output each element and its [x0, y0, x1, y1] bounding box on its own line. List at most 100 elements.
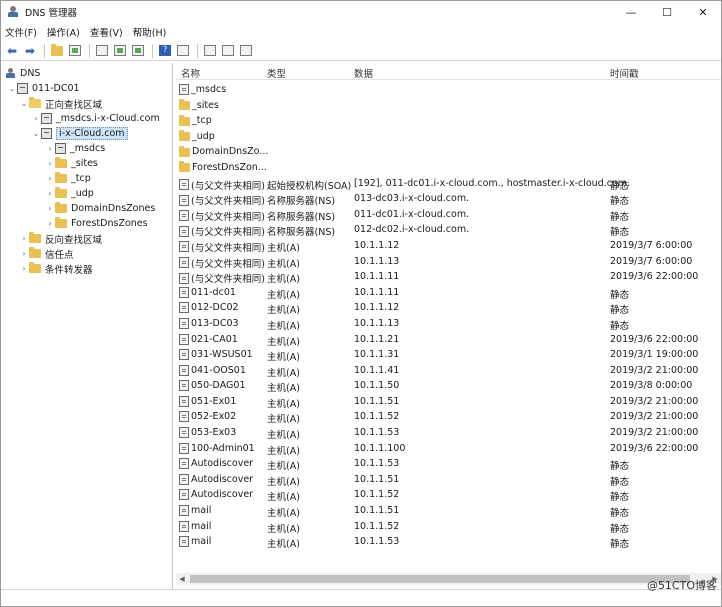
- menu-view[interactable]: 查看(V): [90, 25, 123, 39]
- table-row[interactable]: ForestDnsZon...: [176, 161, 721, 177]
- record-name-cell: (与父文件夹相同): [179, 209, 265, 223]
- list-view-button[interactable]: [220, 43, 236, 59]
- detail-view-button[interactable]: [238, 43, 254, 59]
- table-row[interactable]: 052-Ex02 主机(A) 10.1.1.52 2019/3/2 21:00:00: [176, 410, 721, 426]
- table-row[interactable]: (与父文件夹相同) 名称服务器(NS) 012-dc02.i-x-cloud.com…: [176, 223, 721, 239]
- expand-chevron-icon[interactable]: ›: [19, 249, 29, 258]
- table-row[interactable]: mail 主机(A) 10.1.1.52 静态: [176, 520, 721, 536]
- table-row[interactable]: 021-CA01 主机(A) 10.1.1.21 2019/3/6 22:00:00: [176, 333, 721, 349]
- table-row[interactable]: 053-Ex03 主机(A) 10.1.1.53 2019/3/2 21:00:00: [176, 426, 721, 442]
- tree-node-sub-sites[interactable]: › _sites: [1, 156, 172, 171]
- tree-node-sub-udp[interactable]: › _udp: [1, 186, 172, 201]
- zone-icon: [55, 143, 66, 154]
- record-timestamp: 静态: [610, 320, 630, 332]
- record-name-cell: 050-DAG01: [179, 380, 246, 392]
- table-row[interactable]: mail 主机(A) 10.1.1.53 静态: [176, 535, 721, 551]
- collapse-chevron-icon[interactable]: ⌄: [19, 99, 29, 108]
- close-button[interactable]: ✕: [685, 1, 721, 23]
- record-name: (与父文件夹相同): [191, 196, 265, 208]
- table-row[interactable]: (与父文件夹相同) 主机(A) 10.1.1.13 2019/3/7 6:00:00: [176, 255, 721, 271]
- table-row[interactable]: (与父文件夹相同) 名称服务器(NS) 011-dc01.i-x-cloud.com…: [176, 208, 721, 224]
- server-icon: [17, 83, 28, 94]
- expand-chevron-icon[interactable]: ›: [45, 204, 55, 213]
- column-header-type[interactable]: 类型: [267, 66, 286, 80]
- table-row[interactable]: (与父文件夹相同) 主机(A) 10.1.1.12 2019/3/7 6:00:00: [176, 239, 721, 255]
- up-folder-button[interactable]: [49, 43, 65, 59]
- table-row[interactable]: _msdcs: [176, 83, 721, 99]
- table-row[interactable]: (与父文件夹相同) 主机(A) 10.1.1.11 2019/3/6 22:00:00: [176, 270, 721, 286]
- table-row[interactable]: _udp: [176, 130, 721, 146]
- table-row[interactable]: Autodiscover 主机(A) 10.1.1.53 静态: [176, 457, 721, 473]
- record-name: 053-Ex03: [191, 427, 237, 439]
- expand-chevron-icon[interactable]: ›: [19, 234, 29, 243]
- table-row[interactable]: _sites: [176, 99, 721, 115]
- tree-node-forward-zones[interactable]: ⌄ 正向查找区域: [1, 96, 172, 111]
- menu-action[interactable]: 操作(A): [47, 25, 80, 39]
- record-timestamp: 2019/3/2 21:00:00: [610, 427, 699, 439]
- minimize-button[interactable]: —: [613, 1, 649, 23]
- action-pane-button[interactable]: [175, 43, 191, 59]
- column-header-data[interactable]: 数据: [354, 66, 373, 80]
- scrollbar-thumb[interactable]: [190, 575, 690, 583]
- window-title: DNS 管理器: [25, 8, 77, 19]
- table-row[interactable]: DomainDnsZo...: [176, 145, 721, 161]
- tree-node-sub-forestdnszones[interactable]: › ForestDnsZones: [1, 216, 172, 231]
- properties-button[interactable]: [94, 43, 110, 59]
- table-row[interactable]: Autodiscover 主机(A) 10.1.1.51 静态: [176, 473, 721, 489]
- collapse-chevron-icon[interactable]: ⌄: [31, 129, 41, 138]
- export-button[interactable]: [130, 43, 146, 59]
- tree-node-conditional-forwarders[interactable]: › 条件转发器: [1, 261, 172, 276]
- tree-node-msdcs-zone[interactable]: › _msdcs.i-x-Cloud.com: [1, 111, 172, 126]
- table-row[interactable]: 100-Admin01 主机(A) 10.1.1.100 2019/3/6 22:00…: [176, 442, 721, 458]
- table-row[interactable]: 013-DC03 主机(A) 10.1.1.13 静态: [176, 317, 721, 333]
- table-row[interactable]: 041-OOS01 主机(A) 10.1.1.41 2019/3/2 21:00:00: [176, 364, 721, 380]
- record-timestamp: 2019/3/2 21:00:00: [610, 411, 699, 423]
- expand-chevron-icon[interactable]: ›: [19, 264, 29, 273]
- menu-help[interactable]: 帮助(H): [133, 25, 167, 39]
- table-row[interactable]: (与父文件夹相同) 名称服务器(NS) 013-dc03.i-x-cloud.com…: [176, 192, 721, 208]
- tree-node-sub-tcp[interactable]: › _tcp: [1, 171, 172, 186]
- column-header-timestamp[interactable]: 时间戳: [610, 66, 639, 80]
- table-row[interactable]: 051-Ex01 主机(A) 10.1.1.51 2019/3/2 21:00:00: [176, 395, 721, 411]
- forward-button[interactable]: ➡: [22, 43, 38, 59]
- tree-node-trust-points[interactable]: › 信任点: [1, 246, 172, 261]
- tree-node-reverse-zones[interactable]: › 反向查找区域: [1, 231, 172, 246]
- expand-chevron-icon[interactable]: ›: [31, 114, 41, 123]
- refresh-button[interactable]: [112, 43, 128, 59]
- expand-chevron-icon[interactable]: ›: [45, 219, 55, 228]
- server-icon: [204, 45, 216, 56]
- horizontal-scrollbar[interactable]: ◀ ▶: [176, 573, 721, 585]
- help-button[interactable]: [157, 43, 173, 59]
- table-row[interactable]: 011-dc01 主机(A) 10.1.1.11 静态: [176, 286, 721, 302]
- tree-node-server[interactable]: ⌄ 011-DC01: [1, 81, 172, 96]
- records-list: 名称 类型 数据 时间戳 _msdcs _sites _tcp _udp DomainD…: [176, 63, 721, 591]
- table-row[interactable]: 012-DC02 主机(A) 10.1.1.12 静态: [176, 301, 721, 317]
- expand-chevron-icon[interactable]: ›: [45, 159, 55, 168]
- tree-node-sub-domaindnszones[interactable]: › DomainDnsZones: [1, 201, 172, 216]
- expand-chevron-icon[interactable]: ›: [45, 189, 55, 198]
- tree-node-ix-cloud-zone[interactable]: ⌄ i-x-Cloud.com: [1, 126, 172, 141]
- menu-file[interactable]: 文件(F): [5, 25, 37, 39]
- maximize-button[interactable]: ☐: [649, 1, 685, 23]
- table-row[interactable]: 050-DAG01 主机(A) 10.1.1.50 2019/3/8 0:00:00: [176, 379, 721, 395]
- table-row[interactable]: Autodiscover 主机(A) 10.1.1.52 静态: [176, 488, 721, 504]
- expand-chevron-icon[interactable]: ›: [45, 174, 55, 183]
- record-name: Autodiscover: [191, 473, 254, 485]
- table-row[interactable]: 031-WSUS01 主机(A) 10.1.1.31 2019/3/1 19:00:0…: [176, 348, 721, 364]
- show-tree-button[interactable]: [67, 43, 83, 59]
- table-row[interactable]: mail 主机(A) 10.1.1.51 静态: [176, 504, 721, 520]
- column-header-name[interactable]: 名称: [181, 66, 200, 80]
- folder-up-icon: [51, 43, 63, 56]
- expand-chevron-icon[interactable]: ›: [45, 144, 55, 153]
- record-timestamp: 静态: [610, 508, 630, 520]
- tree-node-sub-msdcs[interactable]: › _msdcs: [1, 141, 172, 156]
- table-row[interactable]: _tcp: [176, 114, 721, 130]
- tree-node-dns[interactable]: DNS: [1, 66, 172, 81]
- server-button[interactable]: [202, 43, 218, 59]
- table-row[interactable]: (与父文件夹相同) 起始授权机构(SOA) [192], 011-dc01.i-x-…: [176, 177, 721, 193]
- collapse-chevron-icon[interactable]: ⌄: [7, 84, 17, 93]
- details-icon: [240, 45, 252, 56]
- scroll-left-icon[interactable]: ◀: [176, 573, 188, 585]
- record-data: 10.1.1.53: [354, 536, 400, 548]
- back-button[interactable]: ⬅: [4, 43, 20, 59]
